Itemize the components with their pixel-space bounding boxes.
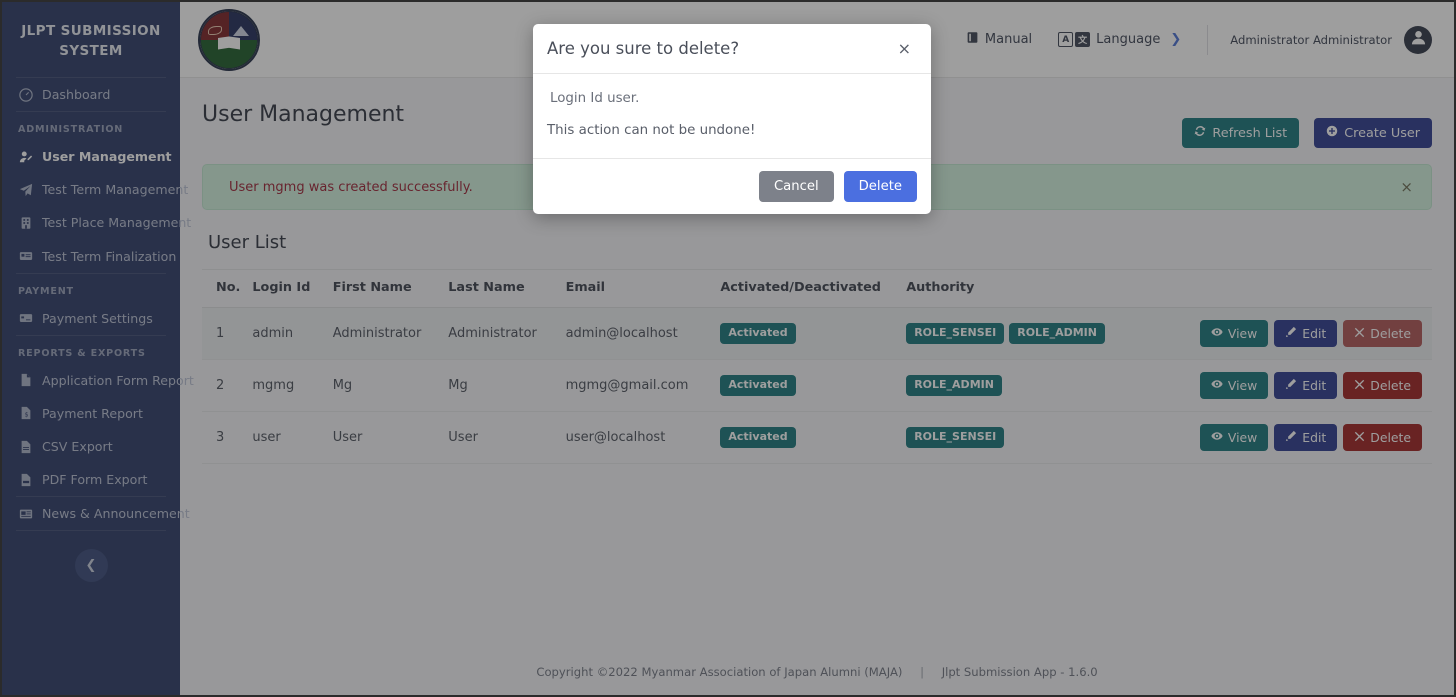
dialog-body: Login Id user. This action can not be un…	[533, 74, 931, 158]
dialog-delete-button[interactable]: Delete	[843, 171, 917, 202]
dialog-target-login-id: Login Id user.	[550, 91, 640, 106]
close-icon[interactable]: ×	[896, 40, 913, 57]
dialog-footer: Cancel Delete	[533, 158, 931, 214]
dialog-warning-text: This action can not be undone!	[547, 123, 756, 138]
delete-confirmation-dialog: Are you sure to delete? × Login Id user.…	[533, 24, 931, 214]
dialog-cancel-button[interactable]: Cancel	[758, 171, 834, 202]
app-window: JLPT SUBMISSION SYSTEM Dashboard ADMINIS…	[0, 0, 1456, 697]
dialog-header: Are you sure to delete? ×	[533, 24, 931, 74]
dialog-title: Are you sure to delete?	[547, 39, 740, 58]
